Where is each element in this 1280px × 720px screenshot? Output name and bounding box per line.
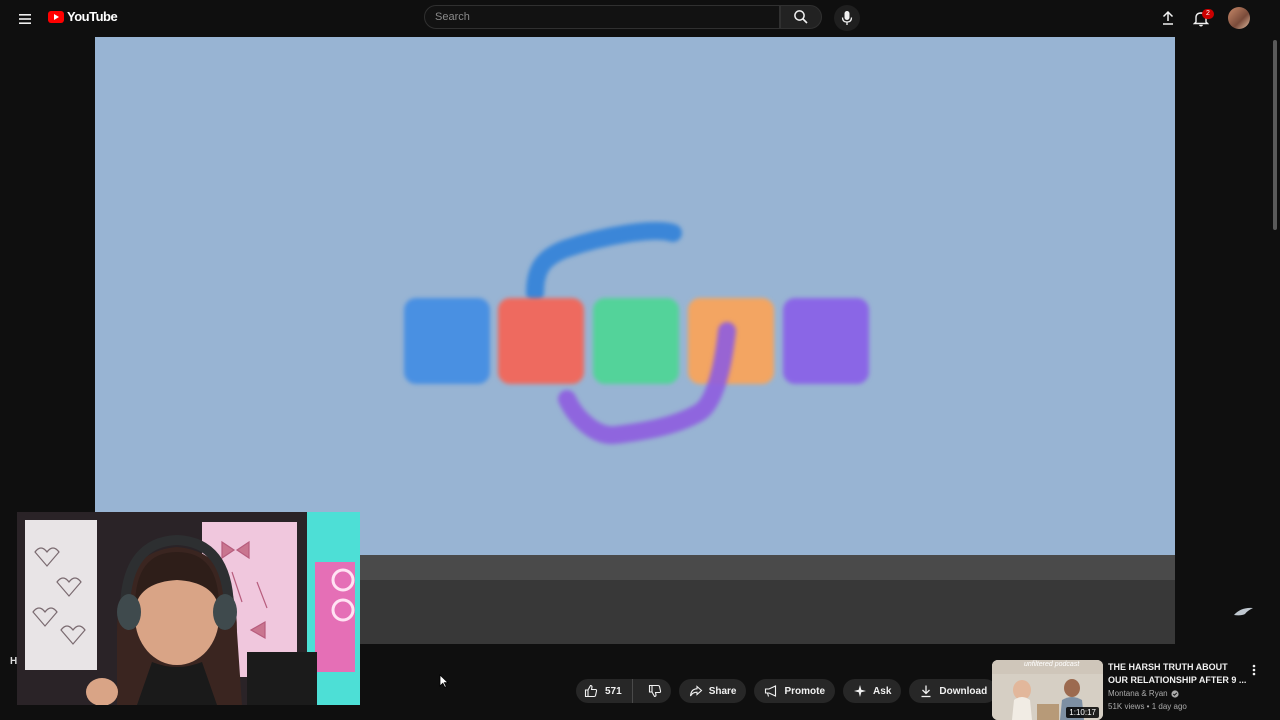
blue-stroke [526,222,682,302]
promote-button[interactable]: Promote [754,679,836,703]
share-icon [689,685,703,697]
notification-count-badge: 2 [1202,9,1214,19]
more-vertical-icon [1252,664,1256,676]
video-actions-bar: 571 Share Promote Ask Download [576,679,1030,703]
search-icon [794,10,808,24]
megaphone-icon [765,685,777,697]
ask-label: Ask [873,685,892,697]
video-content-illustration [404,222,869,445]
page-scrollbar-thumb[interactable] [1273,40,1277,230]
video-title-fragment: H [10,656,18,667]
verified-icon [1170,689,1179,698]
ask-button[interactable]: Ask [843,679,902,703]
recommended-video-title[interactable]: THE HARSH TRUTH ABOUT OUR RELATIONSHIP A… [1108,661,1248,687]
green-square [593,298,679,384]
voice-search-button[interactable] [834,5,860,31]
download-icon [921,685,931,698]
webcam-image [17,512,360,705]
share-label: Share [708,685,737,697]
search-button[interactable] [780,5,822,29]
video-duration: 1:10:17 [1066,707,1099,718]
red-square [498,298,584,384]
thumbs-down-icon [648,684,661,698]
decorative-bird-icon [1234,607,1253,616]
thumbnail-caption: unfiltered podcast [1024,661,1080,668]
search-input[interactable] [425,6,775,28]
channel-name-row[interactable]: Montana & Ryan [1108,689,1179,698]
account-avatar[interactable] [1228,7,1250,29]
like-dislike-group: 571 [576,679,671,703]
mouse-cursor-icon [439,674,449,688]
blue-square [404,298,490,384]
search-box[interactable] [424,5,780,29]
thumbs-up-icon [584,684,598,698]
channel-name: Montana & Ryan [1108,689,1168,698]
youtube-play-icon [48,10,64,23]
purple-square [783,298,869,384]
share-button[interactable]: Share [678,679,747,703]
logo-text: YouTube [67,9,118,24]
create-upload-button[interactable] [1158,8,1178,28]
hamburger-menu-icon[interactable] [14,8,36,30]
like-button[interactable]: 571 [576,679,633,703]
recommended-video-meta: 51K views • 1 day ago [1108,702,1187,711]
youtube-logo[interactable]: YouTube [48,9,118,24]
video-frame[interactable] [95,37,1175,555]
recommended-video-menu-button[interactable] [1248,662,1260,678]
recommended-video[interactable]: unfiltered podcast 1:10:17 THE HARSH TRU… [992,660,1280,720]
streamer-webcam [17,512,360,705]
download-button[interactable]: Download [909,679,998,703]
dislike-button[interactable] [639,679,671,703]
download-label: Download [939,685,988,697]
upload-icon [1162,10,1174,25]
recommended-video-thumbnail[interactable]: unfiltered podcast 1:10:17 [992,660,1103,720]
top-bar: YouTube 2 [0,0,1280,37]
promote-label: Promote [784,685,826,697]
like-count: 571 [605,685,622,697]
microphone-icon [841,11,853,25]
sparkle-icon [854,685,867,697]
